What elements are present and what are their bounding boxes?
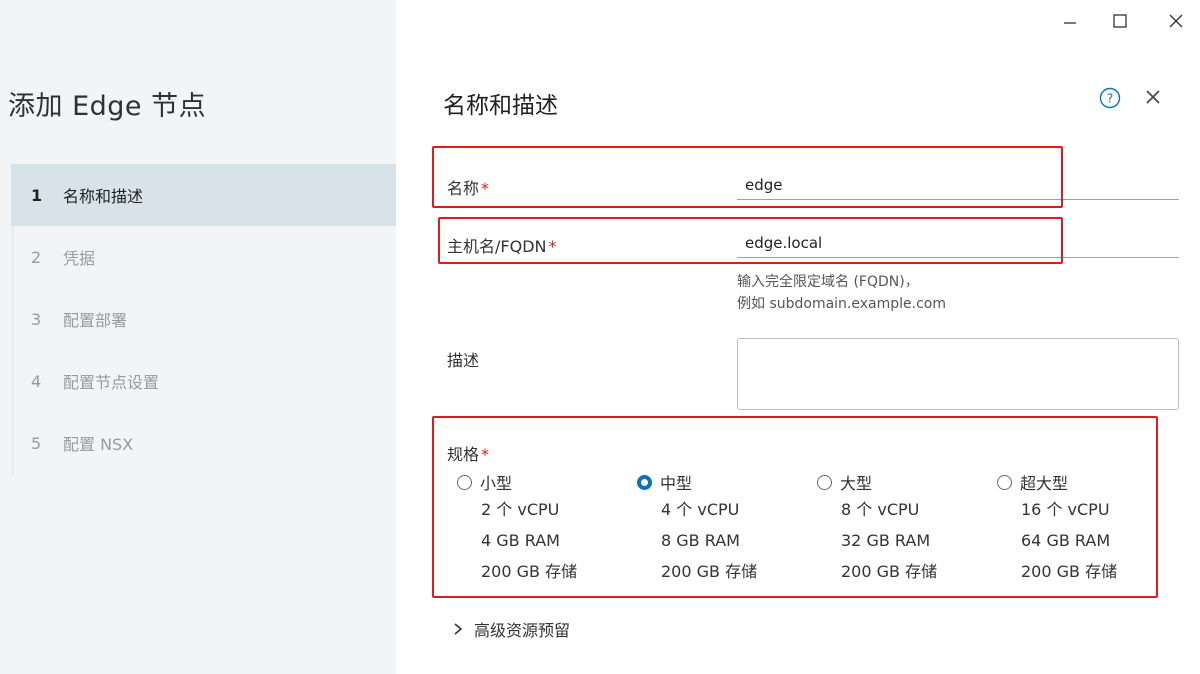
close-icon	[1169, 14, 1183, 28]
option-storage: 200 GB 存储	[661, 562, 758, 581]
option-cpu: 4 个 vCPU	[661, 500, 740, 519]
form-factor-radio-large[interactable]: 大型	[817, 470, 987, 494]
hostname-hint-line2: 例如 subdomain.example.com	[737, 296, 946, 312]
step-configure-deployment[interactable]: 3 配置部署	[11, 288, 396, 350]
wizard-title: 添加 Edge 节点	[8, 91, 207, 122]
step-label: 配置部署	[63, 311, 128, 330]
advanced-reservation-label: 高级资源预留	[474, 621, 571, 640]
required-marker: *	[481, 179, 490, 198]
hostname-label: 主机名/FQDN *	[447, 233, 556, 257]
step-number: 2	[31, 247, 42, 267]
step-number: 3	[31, 309, 42, 329]
close-icon[interactable]	[1144, 88, 1162, 106]
option-name: 超大型	[1020, 474, 1069, 493]
option-ram: 32 GB RAM	[841, 531, 931, 550]
step-number: 4	[31, 371, 42, 391]
chevron-right-icon	[454, 623, 463, 635]
wizard-sidebar: 添加 Edge 节点 1 名称和描述 2 凭据 3 配置部署 4 配置节点设置 …	[0, 0, 396, 674]
form-factor-option-small: 小型 2 个 vCPU 4 GB RAM 200 GB 存储	[457, 470, 627, 587]
required-marker: *	[548, 237, 557, 256]
option-storage: 200 GB 存储	[841, 562, 938, 581]
pane-title: 名称和描述	[443, 93, 558, 119]
hostname-input[interactable]	[737, 228, 1179, 258]
step-number: 1	[31, 185, 43, 205]
required-marker: *	[481, 445, 490, 464]
form-factor-radio-extra-large[interactable]: 超大型	[997, 470, 1167, 494]
hostname-label-text: 主机名/FQDN	[447, 237, 547, 256]
option-cpu: 16 个 vCPU	[1021, 500, 1110, 519]
option-cpu: 8 个 vCPU	[841, 500, 920, 519]
option-ram: 4 GB RAM	[481, 531, 560, 550]
name-input[interactable]	[737, 170, 1179, 200]
maximize-button[interactable]	[1100, 6, 1140, 36]
step-label: 名称和描述	[63, 187, 144, 206]
radio-button[interactable]	[817, 474, 832, 490]
radio-button[interactable]	[997, 474, 1012, 490]
option-storage: 200 GB 存储	[1021, 562, 1118, 581]
option-name: 小型	[480, 474, 513, 493]
form-factor-option-extra-large: 超大型 16 个 vCPU 64 GB RAM 200 GB 存储	[997, 470, 1167, 587]
radio-button-checked[interactable]	[637, 474, 652, 490]
option-ram: 8 GB RAM	[661, 531, 740, 550]
step-number: 5	[31, 433, 42, 453]
step-label: 配置节点设置	[63, 373, 160, 392]
name-label-text: 名称	[447, 179, 480, 198]
svg-text:?: ?	[1107, 92, 1113, 106]
radio-button[interactable]	[457, 474, 472, 490]
step-label: 配置 NSX	[63, 435, 134, 454]
minimize-icon	[1064, 22, 1076, 24]
step-configure-node-settings[interactable]: 4 配置节点设置	[11, 350, 396, 412]
form-factor-radio-small[interactable]: 小型	[457, 470, 627, 494]
form-factor-radio-medium[interactable]: 中型	[637, 470, 807, 494]
maximize-icon	[1113, 14, 1127, 28]
option-ram: 64 GB RAM	[1021, 531, 1111, 550]
minimize-button[interactable]	[1050, 6, 1090, 36]
option-storage: 200 GB 存储	[481, 562, 578, 581]
option-name: 大型	[840, 474, 873, 493]
window-close-button[interactable]	[1156, 6, 1196, 36]
step-credentials[interactable]: 2 凭据	[11, 226, 396, 288]
step-label: 凭据	[63, 249, 96, 268]
step-configure-nsx[interactable]: 5 配置 NSX	[11, 412, 396, 474]
wizard-steps: 1 名称和描述 2 凭据 3 配置部署 4 配置节点设置 5 配置 NSX	[11, 164, 396, 474]
advanced-reservation-toggle[interactable]: 高级资源预留	[452, 617, 570, 641]
description-label: 描述	[447, 351, 480, 370]
name-label: 名称 *	[447, 175, 489, 199]
description-textarea[interactable]	[737, 338, 1179, 410]
help-circle-icon[interactable]: ?	[1099, 87, 1121, 109]
form-factor-label-text: 规格	[447, 445, 480, 464]
form-factor-label: 规格 *	[447, 441, 489, 465]
option-name: 中型	[660, 474, 693, 493]
hostname-hint-line1: 输入完全限定域名 (FQDN)，	[737, 274, 919, 290]
step-name-description[interactable]: 1 名称和描述	[11, 164, 396, 226]
form-factor-option-large: 大型 8 个 vCPU 32 GB RAM 200 GB 存储	[817, 470, 987, 587]
option-cpu: 2 个 vCPU	[481, 500, 560, 519]
form-factor-option-medium: 中型 4 个 vCPU 8 GB RAM 200 GB 存储	[637, 470, 807, 587]
